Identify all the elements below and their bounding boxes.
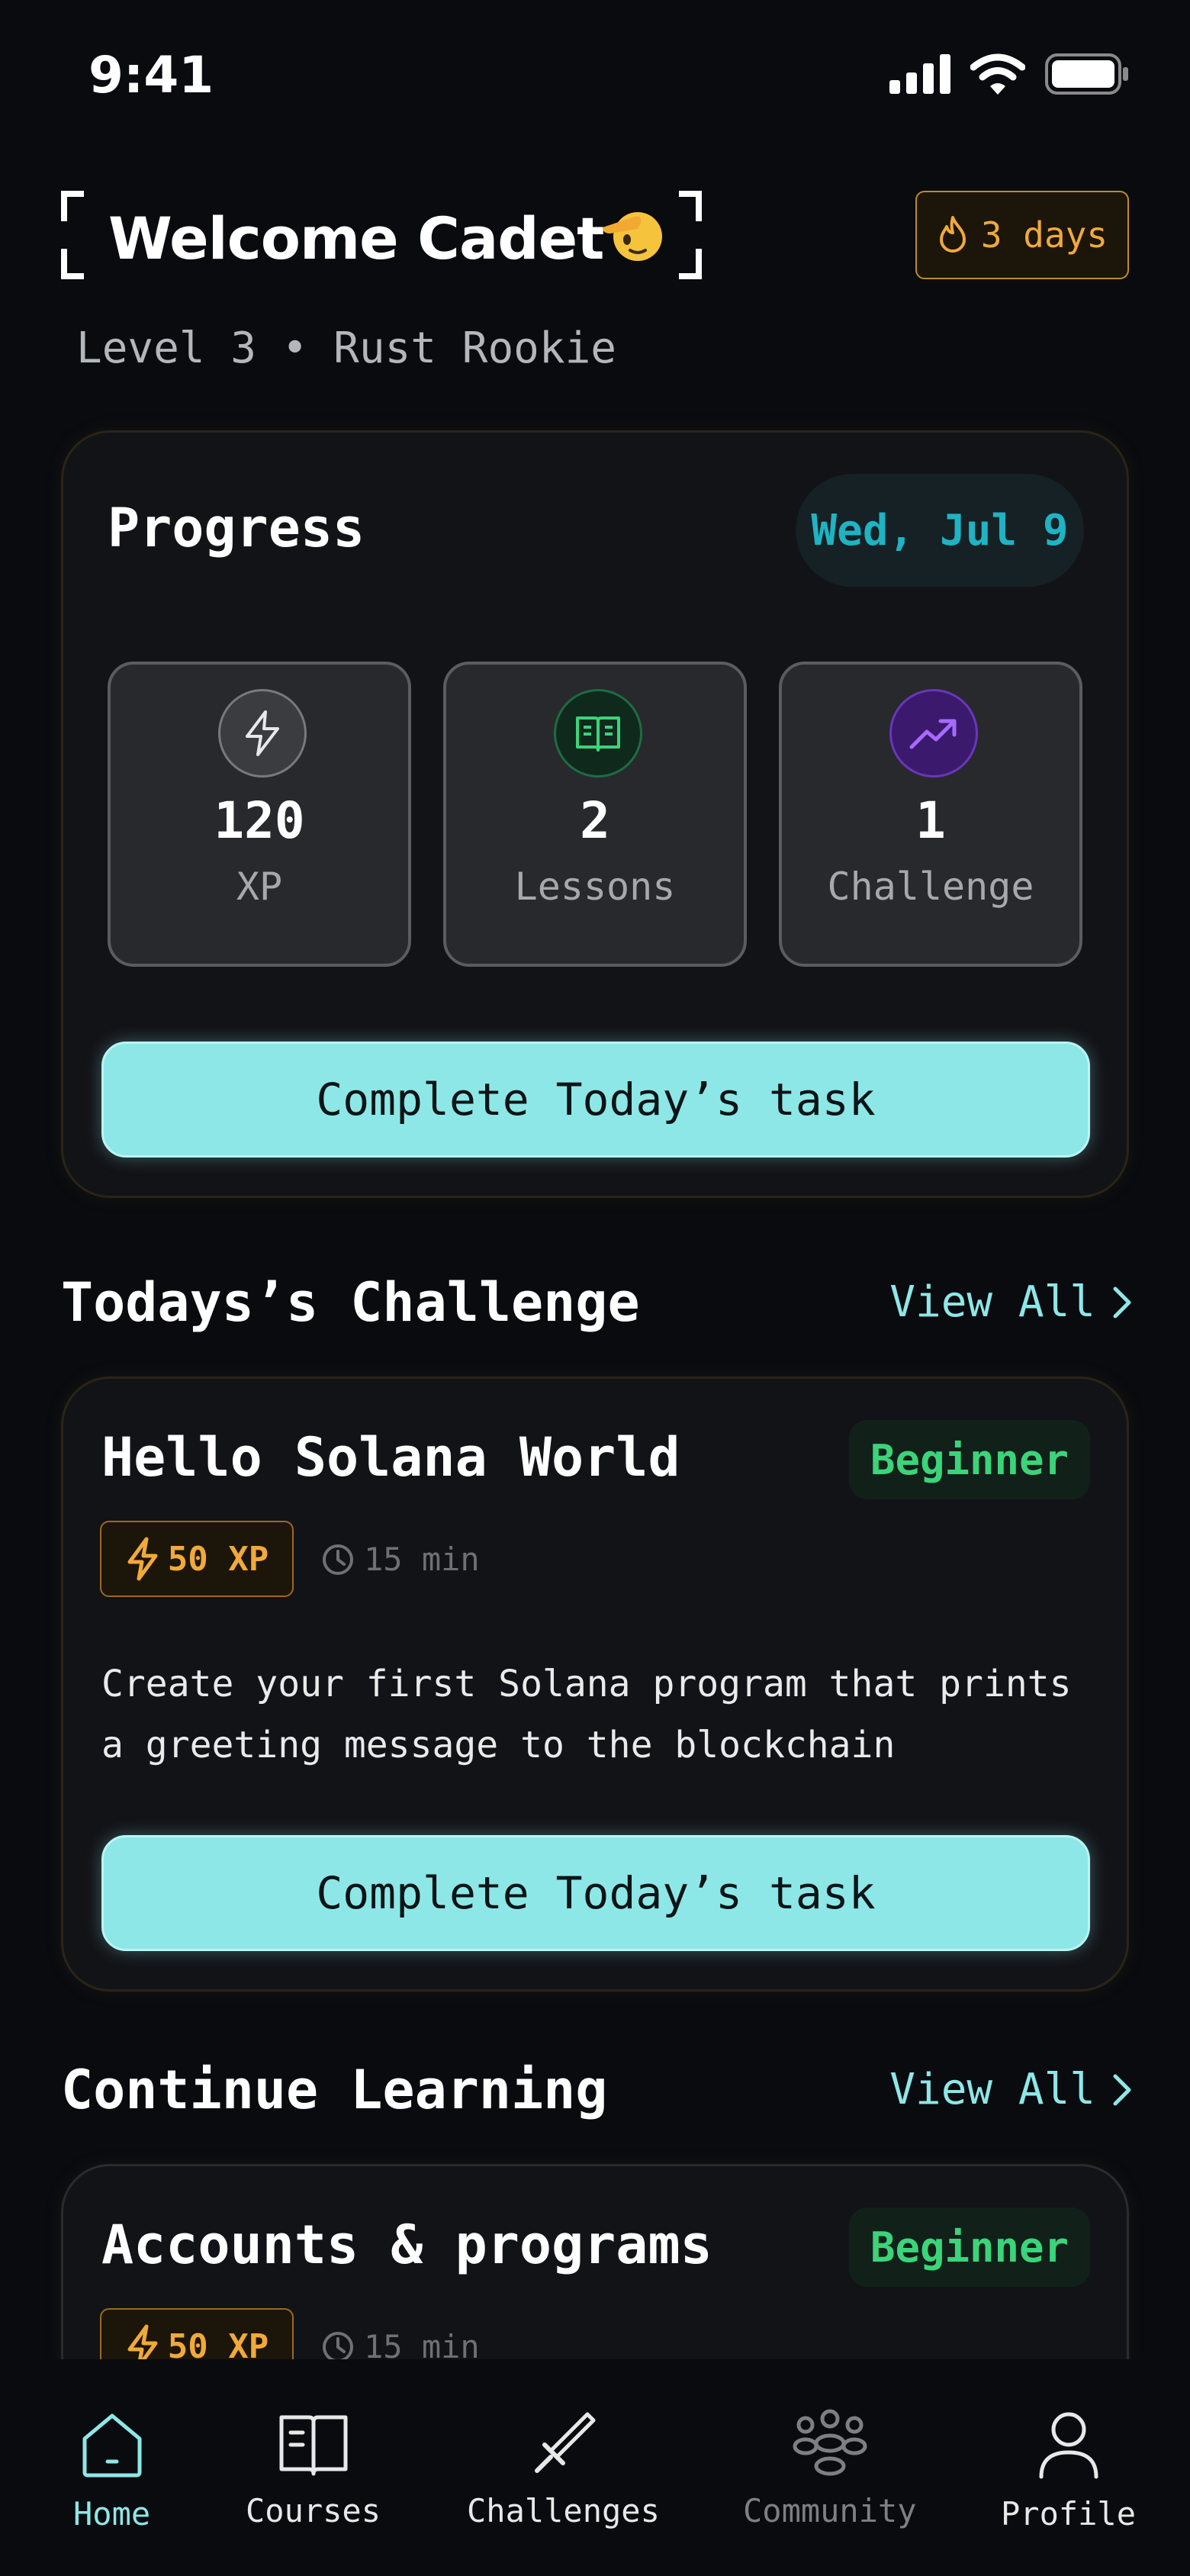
- stat-tile-challenge: 1 Challenge: [779, 662, 1082, 967]
- nav-label-challenges: Challenges: [467, 2492, 660, 2529]
- challenge-view-all-link[interactable]: View All: [889, 1277, 1132, 1327]
- frame-corner-top-left: [61, 191, 84, 221]
- difficulty-badge: Beginner: [849, 2207, 1090, 2287]
- challenge-card[interactable]: Hello Solana World Beginner 50 XP 15 min…: [61, 1377, 1129, 1992]
- user-icon: [1039, 2412, 1098, 2479]
- difficulty-badge: Beginner: [849, 1420, 1090, 1499]
- welcome-header: Welcome Cadet: [61, 191, 702, 279]
- nav-item-home[interactable]: Home: [73, 2408, 150, 2533]
- streak-badge[interactable]: 3 days: [915, 191, 1129, 279]
- lightning-icon: [218, 689, 307, 778]
- saluting-face-icon: [603, 212, 662, 261]
- streak-label: 3 days: [980, 214, 1108, 256]
- trending-up-icon: [889, 689, 978, 778]
- stat-tile-xp: 120 XP: [108, 662, 411, 967]
- duration: 15 min: [321, 1541, 480, 1578]
- people-icon: [793, 2409, 867, 2476]
- stat-tile-lessons: 2 Lessons: [443, 662, 747, 967]
- frame-corner-bottom-left: [61, 249, 84, 279]
- learning-view-all-link[interactable]: View All: [889, 2065, 1132, 2114]
- level-text: Level 3 • Rust Rookie: [76, 324, 617, 373]
- lightning-icon: [127, 1537, 158, 1581]
- view-all-label: View All: [889, 1277, 1095, 1327]
- view-all-label: View All: [889, 2065, 1095, 2114]
- nav-item-courses[interactable]: Courses: [246, 2408, 381, 2529]
- lessons-value: 2: [580, 791, 610, 850]
- cellular-signal-icon: [889, 54, 950, 94]
- chevron-right-icon: [1113, 1286, 1131, 1318]
- lessons-label: Lessons: [514, 865, 676, 909]
- challenge-label: Challenge: [827, 865, 1034, 909]
- complete-challenge-button[interactable]: Complete Today’s task: [101, 1835, 1090, 1951]
- chevron-right-icon: [1113, 2074, 1131, 2105]
- nav-label-courses: Courses: [246, 2492, 381, 2529]
- challenge-title: Hello Solana World: [101, 1426, 680, 1489]
- clock-icon: [323, 1544, 353, 1575]
- book-icon: [554, 689, 642, 778]
- challenge-section-title: Todays’s Challenge: [61, 1271, 640, 1334]
- flame-icon: [939, 216, 966, 253]
- duration-label: 15 min: [364, 1541, 480, 1578]
- book-icon: [279, 2415, 347, 2476]
- battery-icon: [1045, 53, 1128, 95]
- wifi-icon: [970, 53, 1025, 95]
- status-icons: [889, 53, 1129, 95]
- frame-corner-top-right: [679, 191, 702, 221]
- xp-reward: 50 XP: [167, 1539, 269, 1579]
- challenge-value: 1: [915, 791, 946, 850]
- progress-card: Progress Wed, Jul 9 120 XP 2 Lessons 1 C…: [61, 430, 1129, 1198]
- nav-item-community[interactable]: Community: [743, 2408, 917, 2529]
- progress-title: Progress: [108, 497, 365, 559]
- complete-task-button[interactable]: Complete Today’s task: [101, 1042, 1090, 1158]
- status-time: 9:41: [88, 46, 214, 105]
- challenge-description: Create your first Solana program that pr…: [101, 1663, 1072, 1766]
- learning-section-title: Continue Learning: [61, 2059, 608, 2121]
- xp-badge: 50 XP: [100, 1521, 294, 1597]
- page-title: Welcome Cadet: [108, 204, 605, 272]
- sword-icon: [535, 2412, 596, 2473]
- xp-value: 120: [214, 791, 305, 850]
- course-title: Accounts & programs: [101, 2214, 712, 2276]
- nav-item-challenges[interactable]: Challenges: [467, 2408, 660, 2529]
- nav-label-home: Home: [73, 2495, 151, 2533]
- clock-icon: [323, 2331, 353, 2362]
- nav-label-community: Community: [743, 2492, 917, 2529]
- home-icon: [82, 2413, 142, 2478]
- nav-item-profile[interactable]: Profile: [1001, 2408, 1136, 2533]
- frame-corner-bottom-right: [679, 249, 702, 279]
- bottom-nav: Home Courses Challenges Community Profil…: [0, 2359, 1190, 2576]
- date-pill: Wed, Jul 9: [796, 474, 1084, 587]
- xp-label: XP: [236, 865, 283, 909]
- nav-label-profile: Profile: [1001, 2495, 1137, 2533]
